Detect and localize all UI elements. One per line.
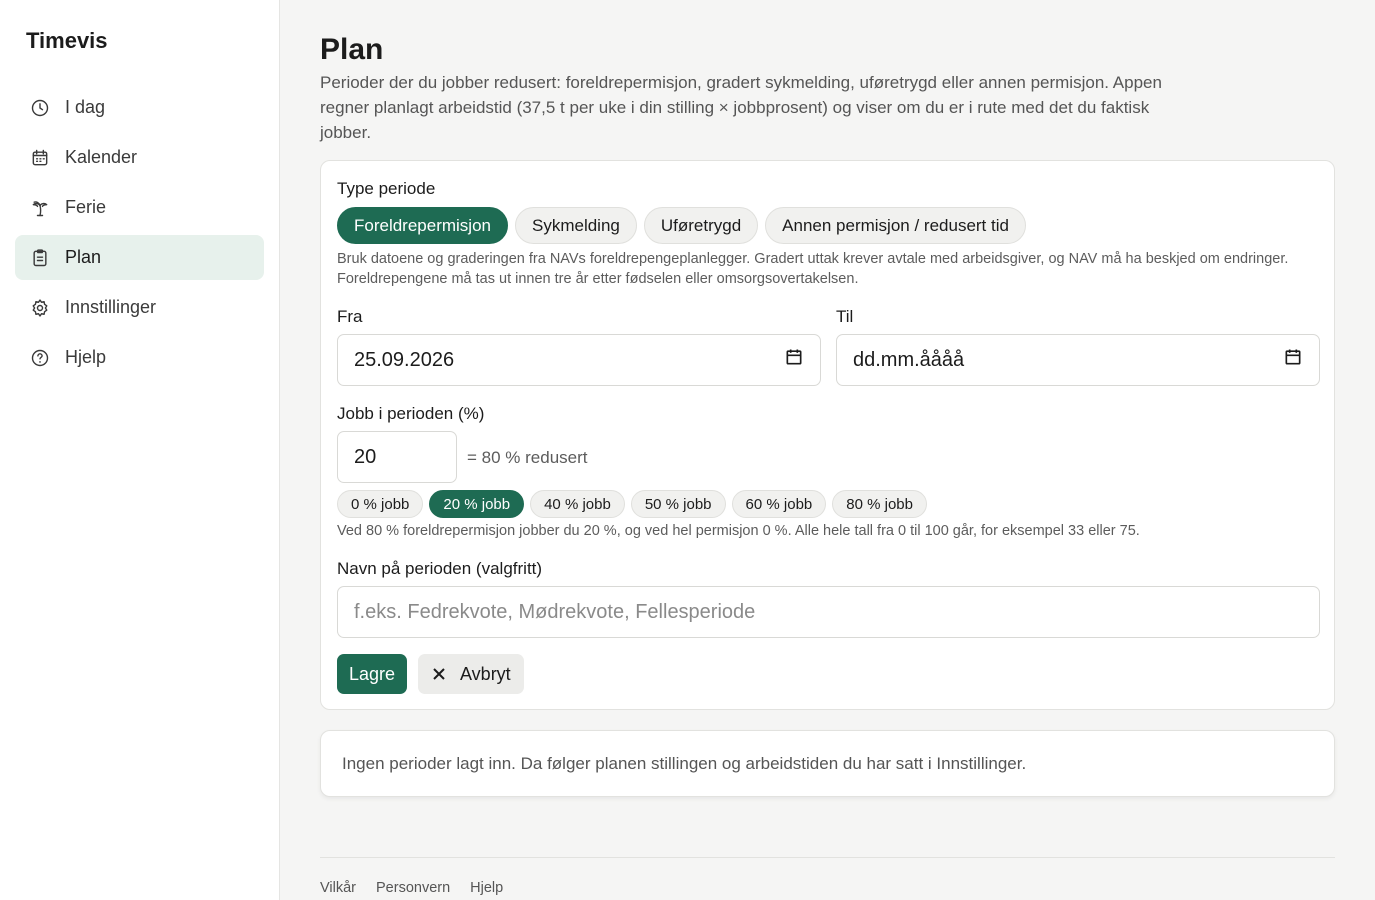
sidebar-item-label: Plan — [65, 247, 102, 267]
calendar-picker-icon[interactable] — [1283, 347, 1303, 373]
cancel-button[interactable]: Avbryt — [418, 654, 524, 694]
sidebar-item-hjelp[interactable]: Hjelp — [15, 335, 264, 380]
from-date-input[interactable]: 25.09.2026 — [337, 334, 821, 386]
type-label: Type periode — [337, 179, 436, 198]
empty-state-text: Ingen perioder lagt inn. Da følger plane… — [342, 753, 1027, 773]
sidebar-item-label: I dag — [65, 97, 106, 117]
footer-link-hjelp[interactable]: Hjelp — [470, 880, 503, 896]
preset-20-percent[interactable]: 20 % jobb — [429, 490, 525, 518]
period-type-selector: Foreldrepermisjon Sykmelding Uføretrygd … — [337, 207, 1026, 244]
type-chip-sykmelding[interactable]: Sykmelding — [515, 207, 637, 244]
sidebar-item-kalender[interactable]: Kalender — [15, 135, 264, 180]
preset-50-percent[interactable]: 50 % jobb — [630, 490, 726, 518]
preset-40-percent[interactable]: 40 % jobb — [530, 490, 625, 518]
calendar-picker-icon[interactable] — [784, 347, 804, 373]
sidebar-item-plan[interactable]: Plan — [15, 235, 264, 280]
sidebar-item-ferie[interactable]: Ferie — [15, 185, 264, 230]
clock-icon — [30, 98, 50, 118]
sidebar-item-innstillinger[interactable]: Innstillinger — [15, 285, 264, 330]
help-circle-icon — [30, 348, 50, 368]
close-icon — [433, 668, 445, 680]
sidebar-item-i-dag[interactable]: I dag — [15, 85, 264, 130]
type-hint: Bruk datoene og graderingen fra NAVs for… — [337, 251, 1289, 287]
preset-0-percent[interactable]: 0 % jobb — [337, 490, 424, 518]
app-logo[interactable]: Timevis — [26, 28, 108, 54]
preset-60-percent[interactable]: 60 % jobb — [731, 490, 827, 518]
calendar-icon — [30, 148, 50, 168]
reduced-text: = 80 % redusert — [467, 448, 588, 467]
empty-state-card: Ingen perioder lagt inn. Da følger plane… — [320, 730, 1335, 797]
palm-tree-icon — [30, 198, 50, 218]
footer-link-vilkar[interactable]: Vilkår — [320, 880, 356, 896]
preset-80-percent[interactable]: 80 % jobb — [832, 490, 927, 518]
type-chip-annen-permisjon[interactable]: Annen permisjon / redusert tid — [765, 207, 1026, 244]
to-date-input[interactable]: dd.mm.åååå — [836, 334, 1320, 386]
page-intro: Perioder der du jobber redusert: foreldr… — [320, 73, 1162, 142]
type-chip-foreldrepermisjon[interactable]: Foreldrepermisjon — [337, 207, 508, 244]
from-date-value: 25.09.2026 — [354, 348, 455, 371]
job-percent-value: 20 — [354, 445, 377, 468]
footer-divider — [320, 857, 1335, 858]
sidebar-item-label: Hjelp — [65, 347, 107, 367]
to-label: Til — [836, 307, 854, 326]
sidebar-item-label: Kalender — [65, 147, 138, 167]
page-title: Plan — [320, 33, 384, 66]
save-button[interactable]: Lagre — [337, 654, 408, 694]
footer-link-personvern[interactable]: Personvern — [376, 880, 450, 896]
period-form-card: Type periode Foreldrepermisjon Sykmeldin… — [320, 160, 1335, 710]
sidebar-item-label: Ferie — [65, 197, 107, 217]
sidebar-nav: I dag Kalender Ferie Plan Innstillinger — [15, 85, 264, 385]
period-name-placeholder: f.eks. Fedrekvote, Mødrekvote, Fellesper… — [354, 600, 756, 623]
name-label: Navn på perioden (valgfritt) — [337, 559, 543, 578]
job-percent-input[interactable]: 20 — [337, 431, 457, 483]
job-percent-label: Jobb i perioden (%) — [337, 404, 485, 423]
footer: Vilkår Personvern Hjelp — [320, 880, 503, 896]
from-label: Fra — [337, 307, 363, 326]
sidebar-item-label: Innstillinger — [65, 297, 157, 317]
preset-hint: Ved 80 % foreldrepermisjon jobber du 20 … — [337, 523, 1140, 539]
clipboard-icon — [30, 248, 50, 268]
type-chip-uforetrygd[interactable]: Uføretrygd — [643, 207, 759, 244]
cancel-label: Avbryt — [460, 663, 511, 684]
period-name-input[interactable]: f.eks. Fedrekvote, Mødrekvote, Fellesper… — [337, 586, 1320, 638]
to-date-value: dd.mm.åååå — [853, 348, 965, 371]
gear-icon — [30, 298, 50, 318]
percent-presets: 0 % jobb 20 % jobb 40 % jobb 50 % jobb 6… — [337, 490, 927, 518]
sidebar: Timevis I dag Kalender Ferie Plan Innsti… — [0, 0, 280, 900]
